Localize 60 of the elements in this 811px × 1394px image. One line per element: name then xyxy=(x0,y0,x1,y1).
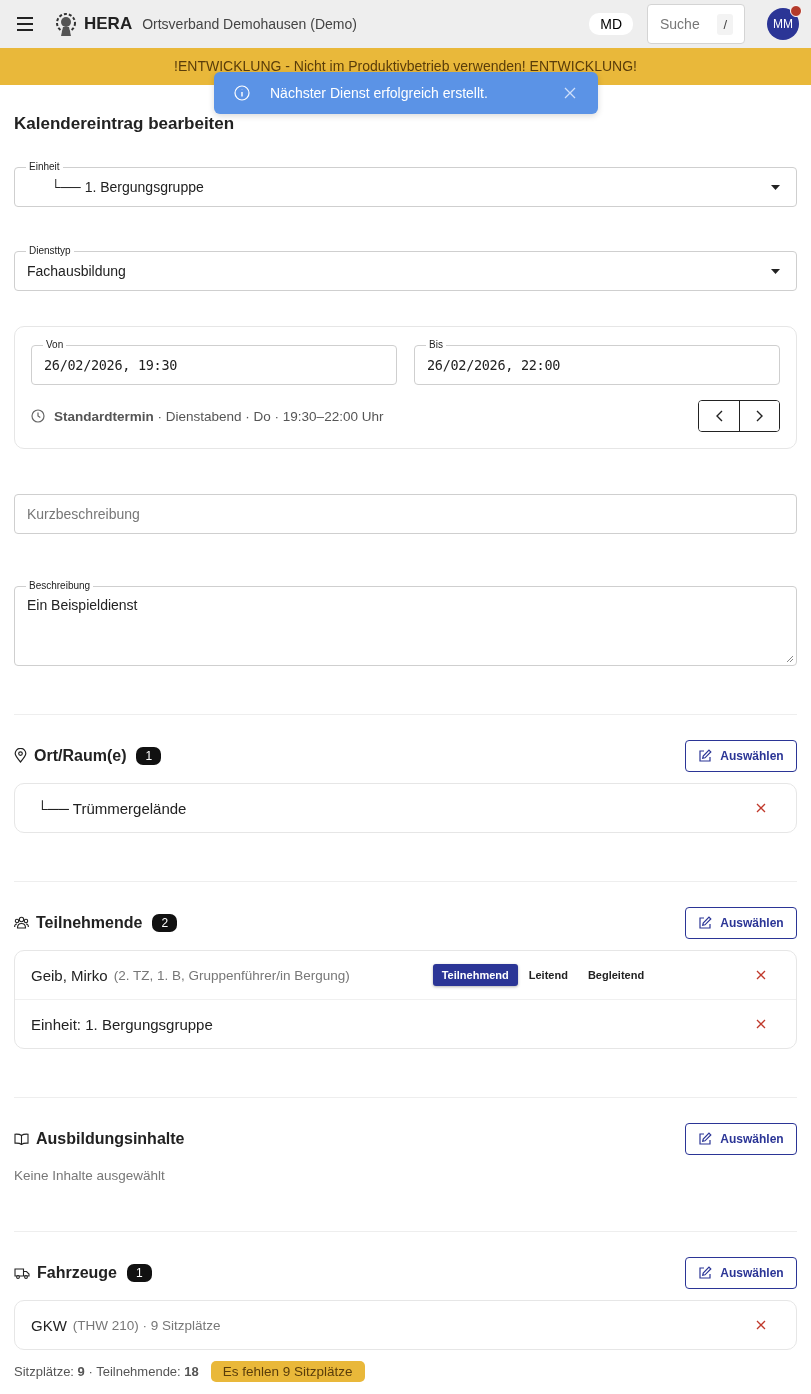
date-time-field[interactable]: Bis 26/02/2026, 22:00 xyxy=(414,340,780,385)
role-toggle[interactable]: Leitend xyxy=(519,964,577,986)
unit-switch-button[interactable]: MD xyxy=(589,13,633,35)
page-title: Kalendereintrag bearbeiten xyxy=(14,114,236,134)
participant-name: Geib, Mirko xyxy=(31,966,108,984)
menu-icon[interactable] xyxy=(16,17,34,31)
edit-icon xyxy=(698,915,713,930)
close-icon xyxy=(564,87,576,99)
section-title: Ort/Raum(e) xyxy=(34,746,127,765)
info-icon xyxy=(234,85,250,101)
select-button[interactable]: Auswählen xyxy=(685,1122,797,1155)
people-icon xyxy=(14,916,29,929)
toast-message: Nächster Dienst erfolgreich erstellt. xyxy=(270,85,488,101)
x-icon xyxy=(756,803,766,813)
warning-badge: Es fehlen 9 Sitzplätze xyxy=(210,1361,365,1382)
vehicle-name: GKW xyxy=(31,1316,67,1334)
count-badge: 1 xyxy=(136,746,162,765)
count-badge: 1 xyxy=(127,1263,152,1282)
chevron-right-icon xyxy=(756,410,763,422)
select-button[interactable]: Auswählen xyxy=(685,739,797,772)
resize-handle-icon[interactable] xyxy=(786,655,794,663)
chevron-left-icon xyxy=(715,410,723,422)
edit-icon xyxy=(698,1265,713,1280)
location-item: └── Trümmergelände xyxy=(36,799,187,817)
section-title: Teilnehmende xyxy=(36,913,143,932)
count-badge: 2 xyxy=(152,913,178,932)
description-textarea[interactable]: Beschreibung Ein Beispieldienst xyxy=(14,581,797,666)
next-button[interactable] xyxy=(739,401,779,431)
unit-select[interactable]: Einheit └── 1. Bergungsgruppe xyxy=(14,162,797,207)
date-time-field[interactable]: Von 26/02/2026, 19:30 xyxy=(31,340,397,385)
caret-icon xyxy=(771,268,780,274)
x-icon xyxy=(756,970,766,980)
shortcut-key: / xyxy=(717,14,733,35)
role-toggle[interactable]: Teilnehmend xyxy=(432,964,518,986)
select-button[interactable]: Auswählen xyxy=(685,1256,797,1289)
truck-icon xyxy=(14,1266,30,1279)
service-type-select[interactable]: Diensttyp Fachausbildung xyxy=(14,246,797,291)
x-icon xyxy=(756,1320,766,1330)
clock-icon xyxy=(31,409,45,423)
logo-icon xyxy=(54,11,78,37)
standard-schedule-text: Standardtermin · Dienstabend · Do · 19:30–22:00 Uhr xyxy=(54,408,384,424)
select-button[interactable]: Auswählen xyxy=(685,906,797,939)
section-title: Ausbildungsinhalte xyxy=(36,1129,185,1148)
user-avatar[interactable]: MM xyxy=(767,8,799,40)
capacity-summary: Sitzplätze: 9 · Teilnehmende: 18 xyxy=(14,1364,199,1379)
role-toggle[interactable]: Begleitend xyxy=(578,964,654,986)
open-book-icon xyxy=(14,1132,29,1145)
caret-icon xyxy=(771,184,780,190)
organization-name: Ortsverband Demohausen (Demo) xyxy=(142,16,357,32)
x-icon xyxy=(756,1019,766,1029)
participant-unit: Einheit: 1. Bergungsgruppe xyxy=(31,1015,213,1033)
empty-state-text: Keine Inhalte ausgewählt xyxy=(14,1168,166,1183)
brand-name: HERA xyxy=(84,14,133,34)
location-pin-icon xyxy=(14,748,27,763)
participant-details: (2. TZ, 1. B, Gruppenführer/in Bergung) xyxy=(113,967,350,983)
short-description-input[interactable]: Kurzbeschreibung xyxy=(14,494,797,534)
vehicle-details: (THW 210) · 9 Sitzplätze xyxy=(72,1317,221,1333)
edit-icon xyxy=(698,1131,713,1146)
edit-icon xyxy=(698,748,713,763)
section-title: Fahrzeuge xyxy=(37,1263,117,1282)
